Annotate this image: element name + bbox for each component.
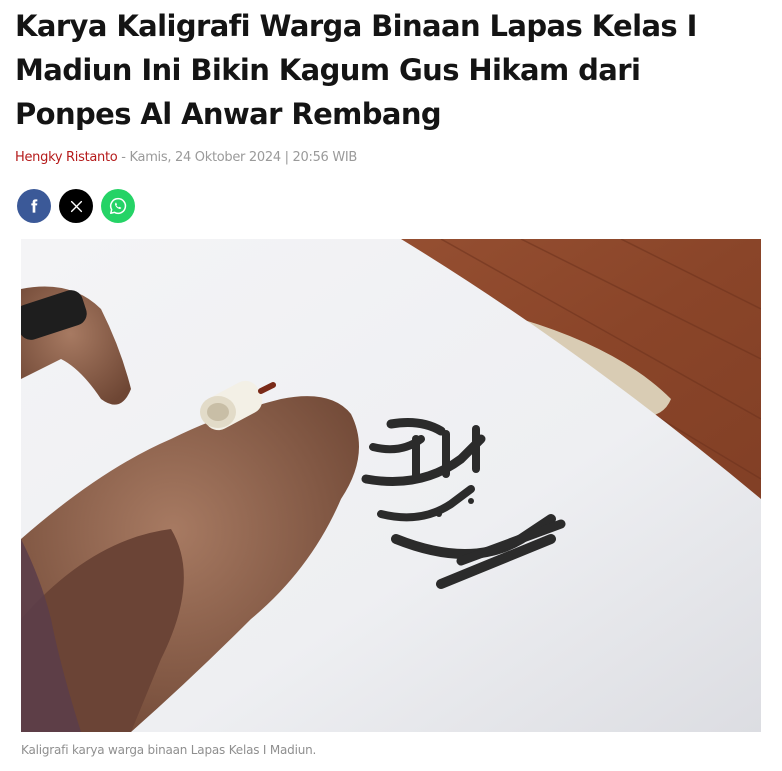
article-meta: Hengky Ristanto - Kamis, 24 Oktober 2024…: [15, 150, 357, 166]
share-whatsapp-button[interactable]: [101, 189, 135, 223]
photo-caption: Kaligrafi karya warga binaan Lapas Kelas…: [21, 743, 317, 757]
publish-date: Kamis, 24 Oktober 2024 | 20:56 WIB: [129, 150, 358, 165]
article-title: Karya Kaligrafi Warga Binaan Lapas Kelas…: [15, 9, 697, 131]
whatsapp-icon: [109, 197, 127, 215]
x-icon: [70, 200, 82, 212]
article-photo: [21, 239, 761, 732]
meta-separator: -: [121, 150, 126, 165]
share-facebook-button[interactable]: [17, 189, 51, 223]
facebook-icon: [31, 199, 38, 213]
author-link[interactable]: Hengky Ristanto: [15, 150, 118, 165]
share-bar: [17, 189, 135, 223]
calligraphy-photo: [21, 239, 761, 732]
share-x-button[interactable]: [59, 189, 93, 223]
